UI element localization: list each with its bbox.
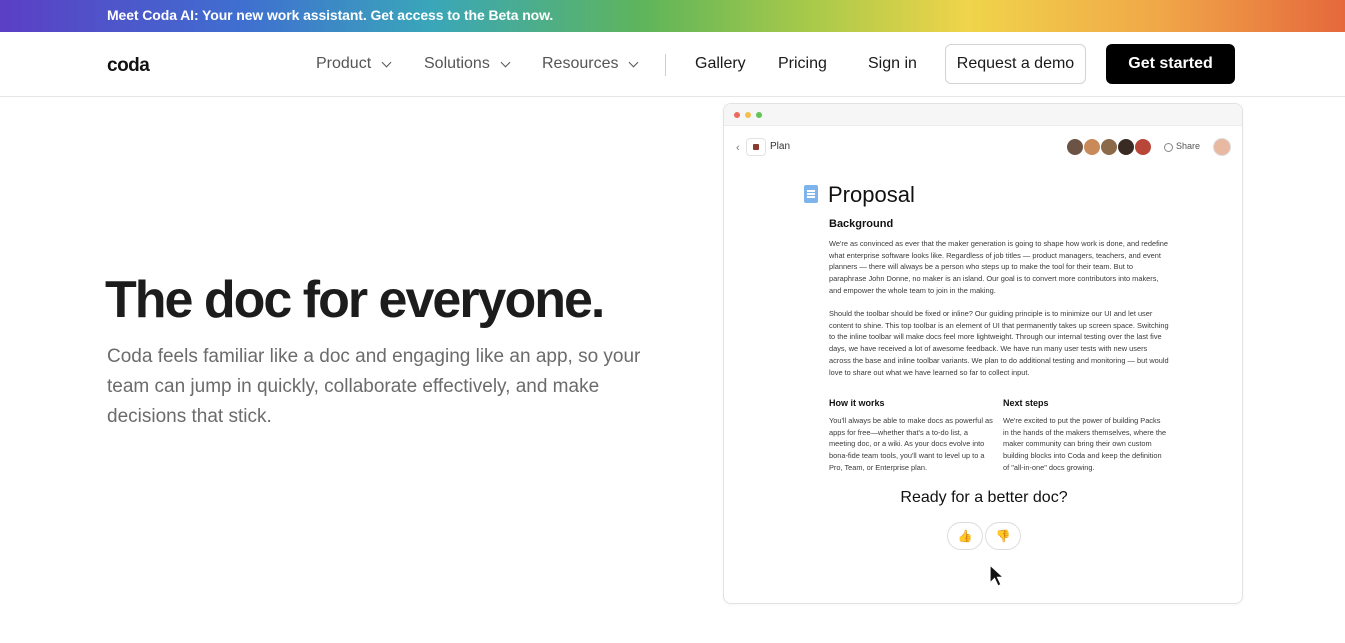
nav-menu-product-label: Product	[316, 55, 372, 72]
next-steps-text: We're excited to put the power of buildi…	[1003, 416, 1167, 472]
page-name[interactable]: Plan	[770, 141, 790, 152]
avatar	[1066, 138, 1084, 156]
nav-menu-solutions[interactable]: Solutions	[424, 55, 511, 73]
coda-logo[interactable]: coda	[107, 55, 150, 77]
how-it-works-heading: How it works	[829, 398, 885, 408]
chevron-down-icon	[381, 57, 392, 67]
chevron-down-icon	[500, 57, 511, 67]
background-paragraph-2: Should the toolbar should be fixed or in…	[829, 309, 1169, 377]
avatar	[1117, 138, 1135, 156]
collaborator-avatars	[1066, 138, 1152, 156]
ready-prompt: Ready for a better doc?	[900, 489, 1068, 506]
nav-menu-solutions-label: Solutions	[424, 55, 490, 72]
mouse-cursor-icon	[989, 563, 1006, 587]
next-steps-heading: Next steps	[1003, 398, 1049, 408]
back-chevron-icon[interactable]: ‹	[736, 142, 740, 154]
announcement-banner[interactable]: Meet Coda AI: Your new work assistant. G…	[0, 0, 1345, 32]
doc-preview-window: ‹ Plan Share Proposal Background We're a…	[723, 103, 1243, 604]
banner-text[interactable]: Meet Coda AI: Your new work assistant. G…	[107, 7, 553, 23]
background-paragraph-1: We're as convinced as ever that the make…	[829, 239, 1168, 295]
nav-link-pricing[interactable]: Pricing	[778, 55, 827, 73]
chevron-down-icon	[629, 57, 639, 67]
nav-menu-resources[interactable]: Resources	[542, 55, 639, 73]
avatar	[1100, 138, 1118, 156]
avatar	[1083, 138, 1101, 156]
background-heading: Background	[829, 218, 894, 230]
top-navigation: coda Product Solutions Resources Gallery…	[0, 32, 1345, 97]
hero-subtitle: Coda feels familiar like a doc and engag…	[107, 346, 641, 427]
globe-icon	[1164, 143, 1173, 152]
share-button[interactable]: Share	[1176, 141, 1200, 151]
nav-menu-product[interactable]: Product	[316, 55, 392, 73]
request-demo-button[interactable]: Request a demo	[945, 44, 1086, 84]
window-titlebar	[724, 104, 1242, 126]
document-icon	[804, 185, 818, 203]
thumbs-down-icon[interactable]: 👎	[985, 522, 1021, 550]
nav-link-gallery[interactable]: Gallery	[695, 55, 746, 73]
page-icon	[746, 138, 766, 156]
get-started-button[interactable]: Get started	[1106, 44, 1235, 84]
minimize-dot-icon	[745, 112, 751, 118]
nav-menu-resources-label: Resources	[542, 55, 619, 72]
maximize-dot-icon	[756, 112, 762, 118]
hero-title: The doc for everyone.	[105, 271, 605, 329]
thumbs-up-icon[interactable]: 👍	[947, 522, 983, 550]
avatar	[1134, 138, 1152, 156]
nav-link-sign-in[interactable]: Sign in	[868, 55, 917, 73]
nav-divider	[665, 54, 666, 76]
close-dot-icon	[734, 112, 740, 118]
how-it-works-text: You'll always be able to make docs as po…	[829, 416, 993, 472]
doc-title: Proposal	[828, 182, 915, 207]
current-user-avatar[interactable]	[1213, 138, 1231, 156]
